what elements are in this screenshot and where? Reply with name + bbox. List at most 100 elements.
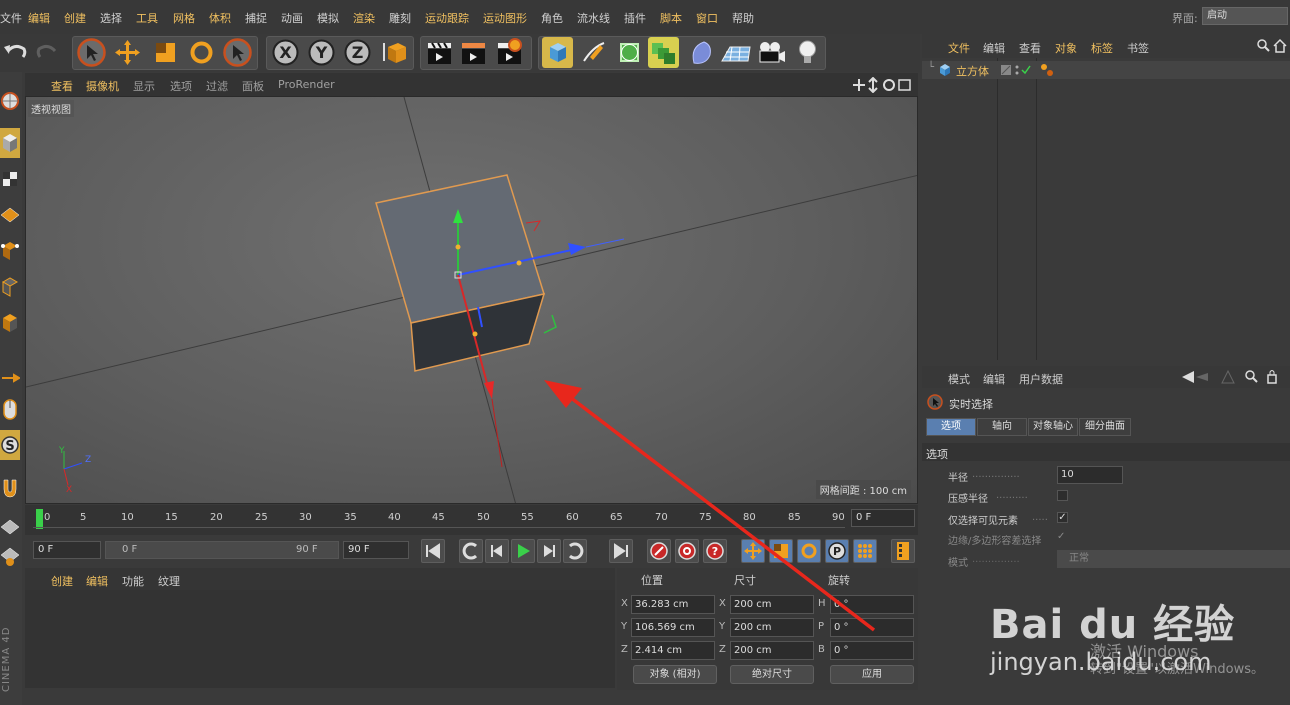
keyframe-selection-button[interactable]: ? <box>703 539 727 563</box>
viewport-menu-display[interactable]: 显示 <box>133 78 155 94</box>
next-frame-button[interactable] <box>537 539 561 563</box>
position-y-field[interactable]: 106.569 cm <box>631 618 715 637</box>
rotation-b-field[interactable]: 0 ° <box>830 641 914 660</box>
edges-mode-button[interactable] <box>0 272 20 302</box>
material-menu-edit[interactable]: 编辑 <box>86 573 108 589</box>
redo-button[interactable] <box>32 37 63 68</box>
menu-select[interactable]: 选择 <box>100 10 122 26</box>
viewport-menu-prorender[interactable]: ProRender <box>278 78 335 91</box>
light-button[interactable] <box>792 37 823 68</box>
current-frame-field[interactable]: 0 F <box>851 509 915 527</box>
z-axis-lock-button[interactable]: Z <box>342 37 373 68</box>
menu-animate[interactable]: 动画 <box>281 10 303 26</box>
size-x-field[interactable]: 200 cm <box>730 595 814 614</box>
om-menu-objects[interactable]: 对象 <box>1055 40 1077 56</box>
x-axis-lock-button[interactable]: X <box>270 37 301 68</box>
menu-window[interactable]: 窗口 <box>696 10 718 26</box>
object-name[interactable]: 立方体 <box>956 63 989 79</box>
viewport-nav-icons[interactable] <box>851 77 915 93</box>
om-menu-view[interactable]: 查看 <box>1019 40 1041 56</box>
array-cloner-button[interactable] <box>648 37 679 68</box>
menu-mesh[interactable]: 网格 <box>173 10 195 26</box>
radius-field[interactable]: 10 <box>1057 466 1123 484</box>
mode-dropdown[interactable]: 正常 <box>1057 550 1290 568</box>
position-z-field[interactable]: 2.414 cm <box>631 641 715 660</box>
viewport-menu-options[interactable]: 选项 <box>170 78 192 94</box>
menu-character[interactable]: 角色 <box>541 10 563 26</box>
menu-help[interactable]: 帮助 <box>732 10 754 26</box>
parameter-track-button[interactable]: P <box>825 539 849 563</box>
om-menu-file[interactable]: 文件 <box>948 40 970 56</box>
previous-frame-button[interactable] <box>485 539 509 563</box>
attr-nav-icons[interactable] <box>1180 369 1288 385</box>
y-axis-lock-button[interactable]: Y <box>306 37 337 68</box>
start-frame-field[interactable]: 0 F <box>33 541 101 559</box>
attr-menu-edit[interactable]: 编辑 <box>983 371 1005 387</box>
axis-mode-button[interactable] <box>0 362 21 392</box>
viewport-menu-view[interactable]: 查看 <box>51 78 73 94</box>
attr-menu-mode[interactable]: 模式 <box>948 371 970 387</box>
record-active-objects-button[interactable] <box>647 539 671 563</box>
material-menu-texture[interactable]: 纹理 <box>158 573 180 589</box>
om-search-home-icons[interactable] <box>1256 38 1288 54</box>
om-menu-edit[interactable]: 编辑 <box>983 40 1005 56</box>
pen-spline-button[interactable] <box>578 37 609 68</box>
solo-mode-button[interactable]: S <box>0 430 20 460</box>
menu-file[interactable]: 文件 <box>0 10 22 26</box>
previous-key-button[interactable] <box>459 539 483 563</box>
menu-sculpt[interactable]: 雕刻 <box>389 10 411 26</box>
deformer-button[interactable] <box>686 37 717 68</box>
play-button[interactable] <box>511 539 535 563</box>
menu-tools[interactable]: 工具 <box>136 10 158 26</box>
om-menu-tags[interactable]: 标签 <box>1091 40 1113 56</box>
menu-render[interactable]: 渲染 <box>353 10 375 26</box>
go-to-start-button[interactable] <box>421 539 445 563</box>
floor-button[interactable] <box>720 37 751 68</box>
preview-range-slider[interactable]: 0 F 90 F <box>105 541 339 559</box>
subdivision-surface-button[interactable] <box>614 37 645 68</box>
tab-options[interactable]: 选项 <box>926 418 976 436</box>
make-editable-button[interactable] <box>0 86 20 116</box>
attr-menu-user-data[interactable]: 用户数据 <box>1019 371 1063 387</box>
end-frame-field[interactable]: 90 F <box>343 541 409 559</box>
visible-only-checkbox[interactable]: ✓ <box>1057 512 1068 523</box>
menu-mograph[interactable]: 运动图形 <box>483 10 527 26</box>
polygons-mode-button[interactable] <box>0 308 20 338</box>
layout-select[interactable]: 启动 <box>1202 7 1288 25</box>
size-mode-dropdown[interactable]: 绝对尺寸 <box>730 665 814 684</box>
rotate-button[interactable] <box>186 37 217 68</box>
timeline-ruler[interactable]: 0 5 10 15 20 25 30 35 40 45 50 55 60 65 … <box>25 505 918 535</box>
render-view-button[interactable] <box>424 37 455 68</box>
recent-tool-button[interactable] <box>222 37 253 68</box>
coordinate-system-button[interactable] <box>378 37 409 68</box>
object-list[interactable]: └ 立方体 <box>922 58 1290 360</box>
playhead[interactable] <box>36 509 43 529</box>
menu-plugins[interactable]: 插件 <box>624 10 646 26</box>
tolerance-checkmark[interactable]: ✓ <box>1057 531 1065 542</box>
menu-motion-tracker[interactable]: 运动跟踪 <box>425 10 469 26</box>
tab-object-axis[interactable]: 对象轴心 <box>1028 418 1078 436</box>
size-y-field[interactable]: 200 cm <box>730 618 814 637</box>
position-track-button[interactable] <box>741 539 765 563</box>
camera-button[interactable] <box>756 37 787 68</box>
rotation-track-button[interactable] <box>797 539 821 563</box>
undo-button[interactable] <box>0 37 31 68</box>
cube-object-button[interactable] <box>542 37 573 68</box>
render-picture-viewer-button[interactable] <box>458 37 489 68</box>
snap-button[interactable] <box>0 472 20 502</box>
tweak-mode-button[interactable] <box>0 394 20 424</box>
planar-workplane-button[interactable] <box>0 540 20 570</box>
points-mode-button[interactable] <box>0 236 20 266</box>
scale-track-button[interactable] <box>769 539 793 563</box>
size-z-field[interactable]: 200 cm <box>730 641 814 660</box>
menu-volume[interactable]: 体积 <box>209 10 231 26</box>
autokeying-button[interactable] <box>675 539 699 563</box>
phong-tag-icon[interactable] <box>1040 63 1054 77</box>
render-settings-button[interactable] <box>494 37 525 68</box>
menu-create[interactable]: 创建 <box>64 10 86 26</box>
om-menu-bookmarks[interactable]: 书签 <box>1127 40 1149 56</box>
visibility-toggles-icon[interactable] <box>1000 64 1032 76</box>
timeline-window-button[interactable] <box>891 539 915 563</box>
apply-button[interactable]: 应用 <box>830 665 914 684</box>
point-level-animation-button[interactable] <box>853 539 877 563</box>
